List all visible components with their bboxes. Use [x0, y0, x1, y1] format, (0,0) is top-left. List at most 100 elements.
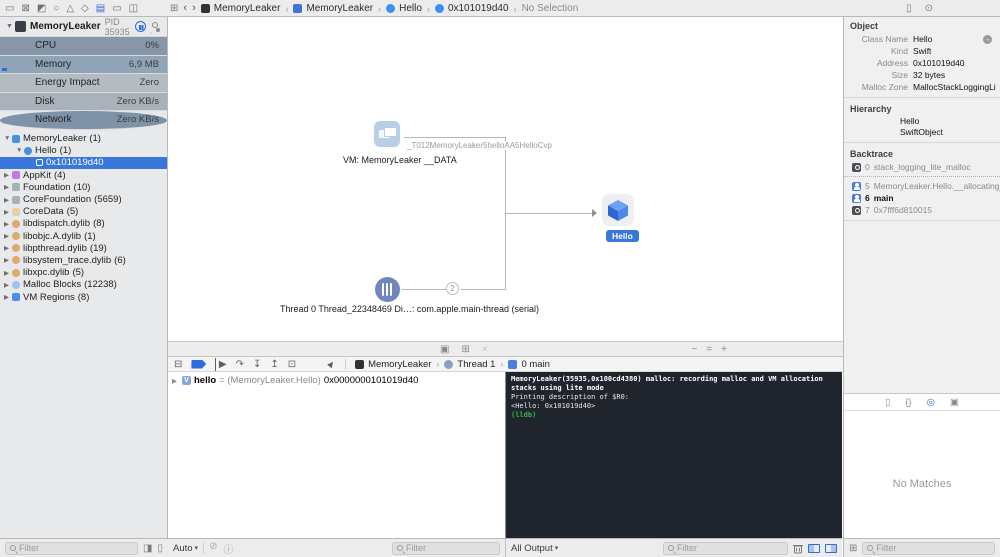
- disclosure-triangle[interactable]: ▶: [4, 220, 12, 228]
- library-filter-input[interactable]: Filter: [862, 541, 995, 555]
- disclosure-triangle[interactable]: ▶: [4, 281, 12, 289]
- library-grid-icon[interactable]: ⊞: [849, 543, 857, 554]
- disclosure-triangle[interactable]: ▶: [4, 183, 12, 191]
- breakpoint-navigator-icon[interactable]: ▭: [112, 1, 121, 16]
- tree-row[interactable]: ▶ libobjc.A.dylib (1): [0, 230, 167, 242]
- flat-view-icon[interactable]: ⊘: [209, 541, 217, 556]
- source-control-navigator-icon[interactable]: ⊠: [21, 1, 29, 16]
- simulate-location-button[interactable]: ▲: [323, 356, 339, 372]
- hello-node-badge[interactable]: Hello: [606, 230, 639, 242]
- memory-graph-button[interactable]: [305, 359, 317, 369]
- tree-row[interactable]: ▶ Malloc Blocks (12238): [0, 279, 167, 291]
- step-over-button[interactable]: ↷: [236, 358, 244, 371]
- symbol-navigator-icon[interactable]: ◩: [37, 1, 46, 16]
- related-items-icon[interactable]: ⊞: [170, 3, 178, 14]
- breadcrumb-item[interactable]: MemoryLeaker: [293, 3, 386, 14]
- trash-icon[interactable]: [793, 543, 803, 554]
- gauge-row[interactable]: Network Zero KB/s: [0, 111, 167, 130]
- vm-region-node-icon[interactable]: [374, 121, 400, 147]
- backtrace-frame[interactable]: 5MemoryLeaker.Hello.__allocating_i…: [844, 180, 1000, 192]
- thread-node-icon[interactable]: [375, 277, 400, 302]
- memory-graph-canvas[interactable]: VM: MemoryLeaker __DATA _T012MemoryLeake…: [168, 17, 843, 341]
- tree-row[interactable]: ▶ libsystem_trace.dylib (6): [0, 254, 167, 266]
- disclosure-triangle[interactable]: ▶: [4, 208, 12, 216]
- breadcrumb-item[interactable]: MemoryLeaker: [200, 3, 294, 14]
- gauge-row[interactable]: Memory 6,9 MB: [0, 55, 167, 74]
- tree-row[interactable]: ▶ libpthread.dylib (19): [0, 242, 167, 254]
- gauge-row[interactable]: CPU 0%: [0, 37, 167, 56]
- find-navigator-icon[interactable]: ○: [53, 1, 59, 16]
- navigator-filter-input[interactable]: Filter: [5, 541, 139, 555]
- gauge-row[interactable]: Energy Impact Zero: [0, 74, 167, 93]
- back-button[interactable]: ‹: [183, 2, 187, 15]
- backtrace-frame[interactable]: 7 0x7fff6d810015: [844, 204, 1000, 216]
- debug-breadcrumb-item[interactable]: Thread 1: [444, 359, 508, 370]
- zoom-fit-button[interactable]: =: [706, 344, 712, 355]
- console-filter-input[interactable]: Filter: [663, 541, 788, 555]
- memory-graph-icon[interactable]: [152, 21, 161, 32]
- snapshot-icon[interactable]: ▣: [440, 344, 449, 355]
- edge-count-badge[interactable]: 2: [446, 282, 459, 295]
- report-navigator-icon[interactable]: ◫: [129, 1, 138, 16]
- pause-process-button[interactable]: [135, 21, 147, 32]
- disclosure-triangle[interactable]: ▶: [4, 256, 12, 264]
- disclosure-triangle[interactable]: ▼: [16, 147, 24, 154]
- grid-icon[interactable]: ⊞: [461, 344, 469, 355]
- file-template-library-icon[interactable]: ▯: [885, 397, 890, 408]
- media-library-icon[interactable]: ▣: [950, 397, 959, 408]
- tree-row[interactable]: 0x101019d40: [0, 156, 167, 170]
- variable-row[interactable]: ▶ V hello = (MemoryLeaker.Hello) 0x00000…: [168, 372, 505, 389]
- variables-view[interactable]: ▶ V hello = (MemoryLeaker.Hello) 0x00000…: [168, 372, 505, 538]
- hierarchy-item[interactable]: Hello: [844, 116, 1000, 127]
- filter-workspace-icon[interactable]: ▯: [157, 543, 163, 554]
- disclosure-triangle[interactable]: ▶: [4, 269, 12, 277]
- tree-row[interactable]: ▼ MemoryLeaker (1): [0, 133, 167, 145]
- disclosure-triangle[interactable]: ▶: [172, 377, 179, 385]
- code-snippet-library-icon[interactable]: {}: [905, 397, 911, 408]
- process-row[interactable]: ▼ MemoryLeaker PID 35935: [0, 17, 167, 37]
- backtrace-frame[interactable]: 6 main: [844, 192, 1000, 204]
- console-output-select[interactable]: All Output ▾: [511, 543, 558, 554]
- variables-filter-input[interactable]: Filter: [392, 541, 500, 555]
- disclosure-triangle[interactable]: ▶: [4, 171, 12, 179]
- breakpoints-toggle-button[interactable]: [191, 359, 207, 369]
- object-library-icon[interactable]: ◎: [927, 397, 935, 408]
- issue-navigator-icon[interactable]: △: [66, 1, 74, 16]
- hide-debug-area-button[interactable]: ⊟: [174, 358, 182, 371]
- forward-button[interactable]: ›: [192, 2, 196, 15]
- debug-navigator-icon[interactable]: ▤: [96, 1, 105, 16]
- breadcrumb-item[interactable]: No Selection: [522, 3, 579, 14]
- tree-row[interactable]: ▶ CoreData (5): [0, 206, 167, 218]
- disclosure-triangle[interactable]: ▶: [4, 196, 12, 204]
- breadcrumb-item[interactable]: 0x101019d40: [434, 3, 522, 14]
- gauge-row[interactable]: Disk Zero KB/s: [0, 92, 167, 111]
- disclosure-triangle[interactable]: ▶: [4, 244, 12, 252]
- breadcrumb-item[interactable]: Hello: [386, 3, 435, 14]
- test-navigator-icon[interactable]: ◇: [81, 1, 89, 16]
- view-debugger-button[interactable]: ⊡: [288, 358, 296, 371]
- console-pane-toggle[interactable]: [825, 543, 837, 553]
- jump-to-class-button[interactable]: →: [983, 35, 992, 44]
- continue-button[interactable]: ▶: [215, 357, 227, 371]
- variables-pane-toggle[interactable]: [808, 543, 820, 553]
- disclosure-triangle[interactable]: ▶: [4, 232, 12, 240]
- hello-object-node[interactable]: [602, 194, 634, 226]
- quick-help-icon[interactable]: ⊙: [925, 3, 933, 14]
- tree-row[interactable]: ▼ Hello (1): [0, 145, 167, 157]
- step-out-button[interactable]: ↥: [270, 358, 278, 371]
- project-navigator-icon[interactable]: ▭: [5, 1, 14, 16]
- step-into-button[interactable]: ↧: [253, 358, 261, 371]
- zoom-in-button[interactable]: +: [721, 344, 727, 355]
- zoom-out-button[interactable]: −: [691, 344, 697, 355]
- debug-breadcrumb-item[interactable]: 0 main: [508, 359, 550, 370]
- tree-row[interactable]: ▶ AppKit (4): [0, 169, 167, 181]
- filter-leaks-icon[interactable]: ◨: [143, 543, 152, 554]
- tree-row[interactable]: ▶ Foundation (10): [0, 181, 167, 193]
- tree-row[interactable]: ▶ libdispatch.dylib (8): [0, 218, 167, 230]
- hierarchy-item[interactable]: SwiftObject: [844, 127, 1000, 138]
- info-icon[interactable]: ⓘ: [223, 541, 233, 556]
- disclosure-triangle[interactable]: ▼: [4, 135, 12, 142]
- debug-console[interactable]: MemoryLeaker(35935,0x100cd4380) malloc: …: [505, 372, 842, 538]
- backtrace-frame[interactable]: 0 stack_logging_lite_malloc: [844, 161, 1000, 177]
- dismiss-icon[interactable]: ×: [482, 344, 488, 355]
